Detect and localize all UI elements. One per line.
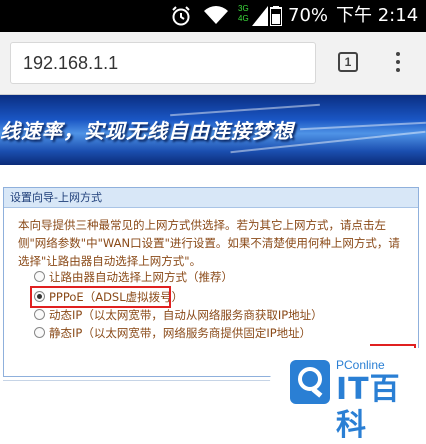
wifi-icon [204, 6, 228, 25]
spacer [0, 165, 426, 187]
panel-title: 设置向导-上网方式 [4, 188, 418, 208]
tab-switcher-button[interactable]: 1 [338, 52, 358, 72]
option-auto-detect[interactable]: 让路由器自动选择上网方式（推荐） [34, 268, 233, 286]
pppoe-highlight-box [30, 286, 171, 308]
battery-icon [270, 6, 282, 26]
clock: 下午 2:14 [336, 5, 419, 26]
alarm-icon [172, 6, 190, 26]
signal-type-label: 3G 4G [238, 4, 249, 23]
status-bar: 3G 4G 70% 下午 2:14 [0, 0, 426, 32]
option-static-ip[interactable]: 静态IP（以太网宽带，网络服务商提供固定IP地址） [34, 324, 311, 342]
option-label: 动态IP（以太网宽带，自动从网络服务商获取IP地址） [49, 308, 323, 322]
battery-percent: 70% [288, 5, 329, 26]
browser-toolbar: 192.168.1.1 1 [0, 32, 426, 95]
watermark-brand: PConline [336, 358, 385, 372]
radio-auto-detect[interactable] [34, 271, 45, 282]
option-dynamic-ip[interactable]: 动态IP（以太网宽带，自动从网络服务商获取IP地址） [34, 306, 323, 324]
search-logo-icon [290, 360, 330, 404]
signal-icon [252, 6, 268, 26]
option-label: 静态IP（以太网宽带，网络服务商提供固定IP地址） [49, 326, 312, 340]
router-banner: 线速率，实现无线自由连接梦想 [0, 95, 426, 165]
watermark-name: IT百科 [336, 372, 401, 443]
banner-slogan: 线速率，实现无线自由连接梦想 [0, 119, 294, 143]
url-field[interactable]: 192.168.1.1 [10, 42, 316, 84]
wizard-description: 本向导提供三种最常见的上网方式供选择。若为其它上网方式，请点击左侧"网络参数"中… [18, 218, 400, 268]
radio-dynamic-ip[interactable] [34, 309, 45, 320]
pconline-watermark: PConline IT百科 [270, 348, 426, 443]
radio-static-ip[interactable] [34, 327, 45, 338]
more-menu-icon[interactable] [388, 48, 408, 76]
option-label: 让路由器自动选择上网方式（推荐） [49, 270, 233, 284]
